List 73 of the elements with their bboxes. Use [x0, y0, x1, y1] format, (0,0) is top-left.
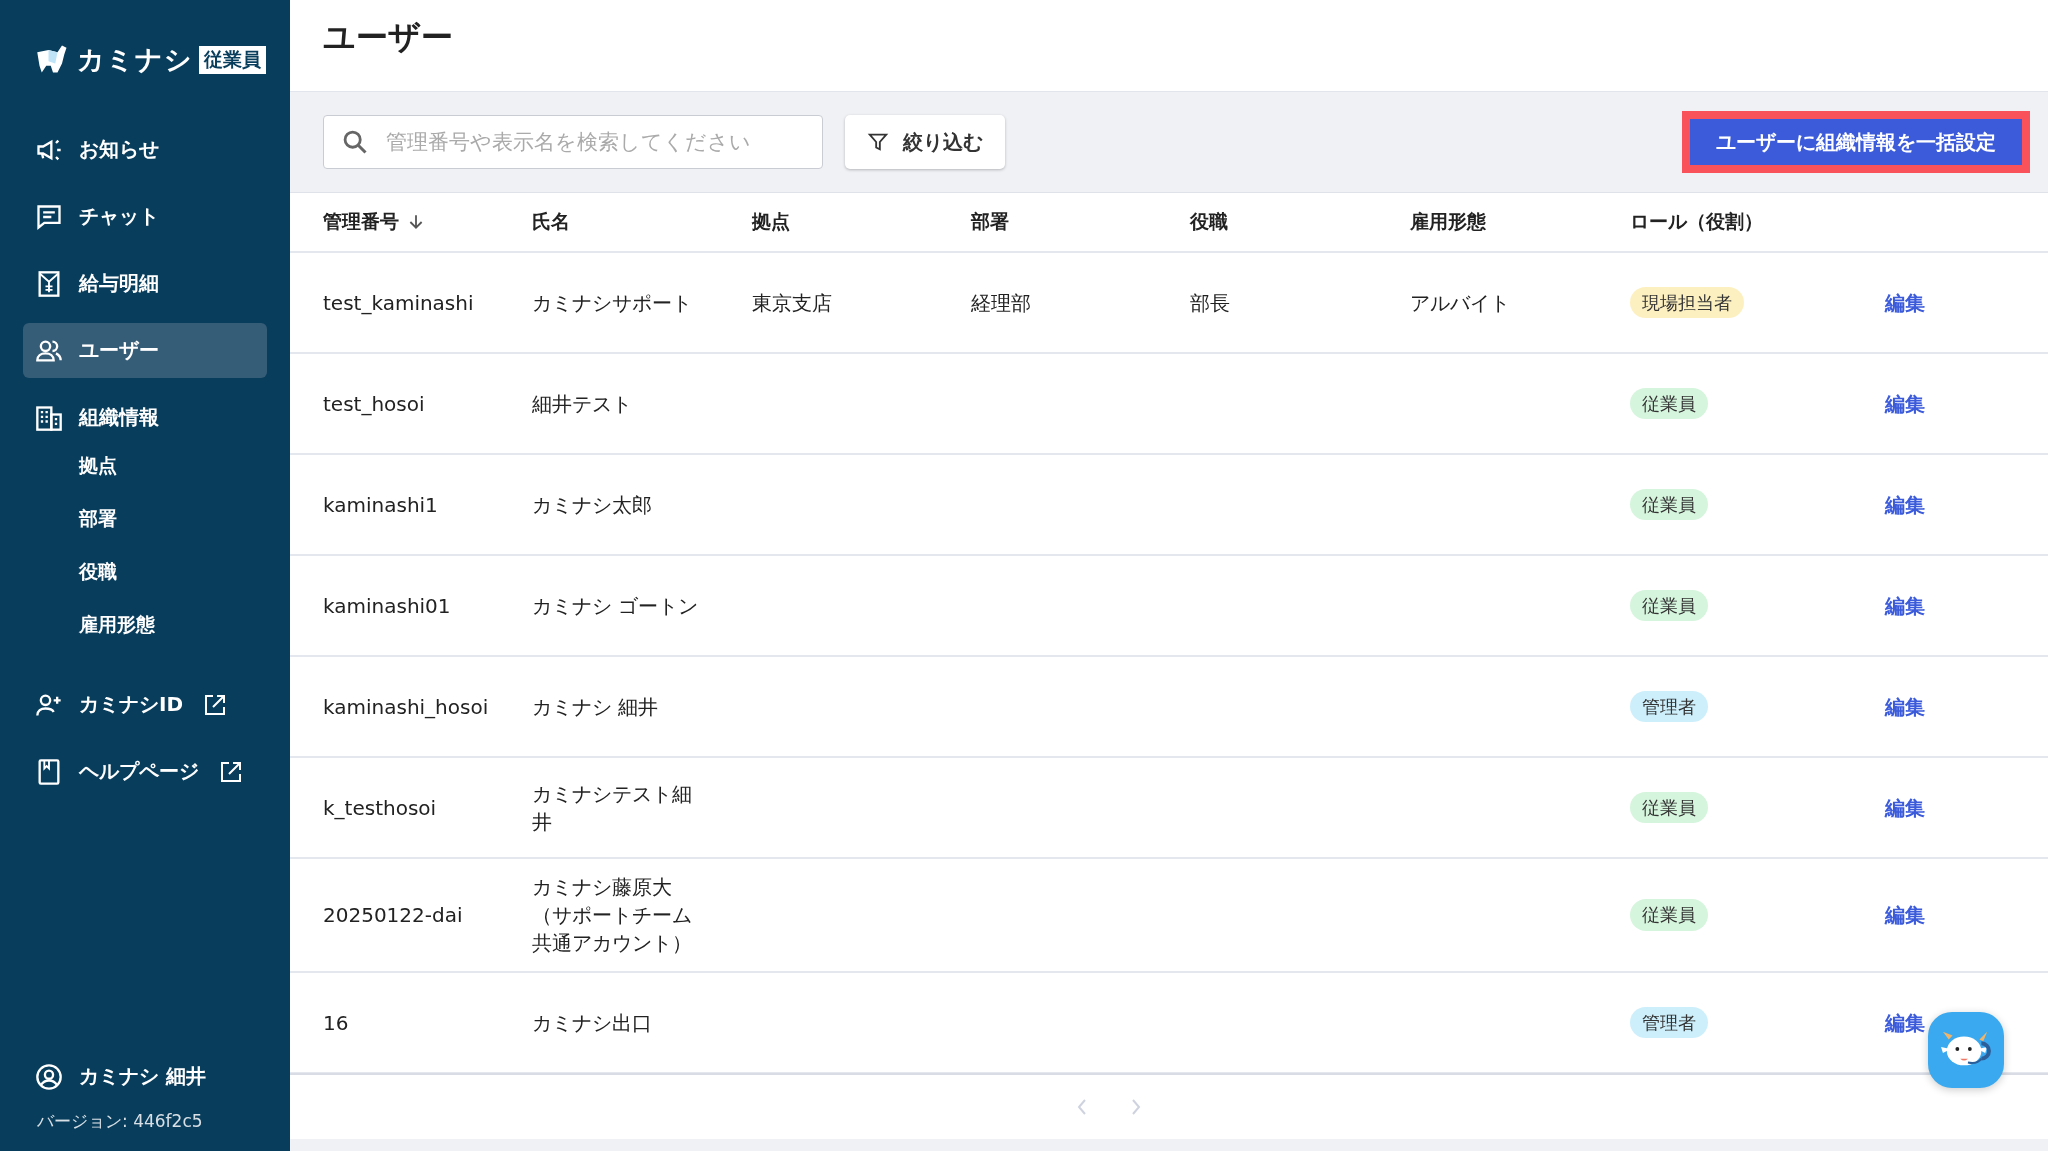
nav-item[interactable]: チャット	[23, 189, 267, 244]
table-cell: test_kaminashi	[323, 290, 474, 315]
version-text: バージョン: 446f2c5	[36, 1110, 204, 1133]
nav-item[interactable]: 組織情報	[23, 390, 267, 445]
edit-link[interactable]: 編集	[1885, 290, 1925, 315]
role-tag: 管理者	[1630, 1006, 1708, 1039]
column-header: 役職	[1190, 209, 1229, 234]
table-cell: カミナシ 細井	[532, 694, 659, 719]
brand-name: カミナシ	[77, 43, 193, 77]
column-header[interactable]: 管理番号	[323, 209, 532, 235]
column-header: ロール（役割）	[1630, 209, 1764, 234]
table-cell: 20250122-dai	[323, 903, 463, 927]
table-cell: アルバイト	[1410, 290, 1510, 315]
edit-link[interactable]: 編集	[1885, 903, 1925, 927]
chat-icon	[35, 202, 63, 231]
nav-subitem[interactable]: 役職	[23, 551, 267, 592]
role-tag: 従業員	[1630, 791, 1708, 824]
nav-link[interactable]: カミナシID	[23, 677, 267, 732]
edit-link[interactable]: 編集	[1885, 492, 1925, 517]
nav-item[interactable]: お知らせ	[23, 122, 267, 177]
table-cell: 部長	[1190, 290, 1230, 315]
table-cell: カミナシ ゴートン	[532, 593, 699, 618]
next-page-icon[interactable]	[1130, 1097, 1142, 1117]
role-tag: 現場担当者	[1630, 286, 1744, 319]
external-link-icon	[203, 692, 228, 717]
table-cell: カミナシサポート	[532, 290, 692, 315]
edit-link[interactable]: 編集	[1885, 694, 1925, 719]
filter-button[interactable]: 絞り込む	[845, 115, 1005, 169]
support-chat-button[interactable]	[1928, 1012, 2004, 1088]
role-tag: 従業員	[1630, 899, 1708, 931]
column-header: 拠点	[752, 209, 791, 234]
role-tag: 従業員	[1630, 589, 1708, 622]
table-cell: 細井テスト	[532, 391, 632, 416]
table-cell: カミナシ太郎	[532, 492, 652, 517]
edit-link[interactable]: 編集	[1885, 1010, 1925, 1035]
edit-link[interactable]: 編集	[1885, 391, 1925, 416]
nav-subitem[interactable]: 拠点	[23, 445, 267, 486]
table-cell: kaminashi_hosoi	[323, 694, 489, 719]
page-title: ユーザー	[323, 16, 453, 58]
previous-page-icon[interactable]	[1076, 1097, 1088, 1117]
edit-link[interactable]: 編集	[1885, 795, 1925, 820]
nav-subitem[interactable]: 雇用形態	[23, 604, 267, 645]
nav-subitem[interactable]: 部署	[23, 498, 267, 539]
role-tag: 従業員	[1630, 488, 1708, 521]
table-cell: 経理部	[971, 290, 1031, 315]
column-header: 氏名	[532, 209, 571, 234]
user-circle-icon	[35, 1062, 63, 1091]
search-field[interactable]: 管理番号や表示名を検索してください	[323, 115, 823, 169]
table-cell: 東京支店	[752, 290, 832, 315]
nav-item[interactable]: ユーザー	[23, 323, 267, 378]
edit-link[interactable]: 編集	[1885, 593, 1925, 618]
filter-icon	[867, 131, 889, 153]
table-cell: kaminashi01	[323, 593, 451, 618]
table-cell: test_hosoi	[323, 391, 425, 416]
table-cell: カミナシテスト細井	[532, 781, 692, 834]
external-link-icon	[219, 759, 243, 784]
table-cell: kaminashi1	[323, 492, 438, 517]
role-tag: 管理者	[1630, 690, 1708, 723]
table-cell: カミナシ藤原大（サポートチーム共通アカウント）	[532, 875, 692, 955]
user-menu[interactable]: カミナシ 細井	[23, 1049, 267, 1104]
table-cell: k_testhosoi	[323, 795, 437, 820]
role-tag: 従業員	[1630, 387, 1708, 420]
column-header: 雇用形態	[1410, 209, 1487, 234]
nav-item[interactable]: 給与明細	[23, 256, 267, 311]
building-icon	[35, 403, 63, 432]
table-cell: カミナシ出口	[532, 1010, 652, 1035]
app-badge: 従業員	[199, 46, 266, 74]
nav-link[interactable]: ヘルプページ	[23, 744, 267, 799]
column-header: 部署	[971, 209, 1010, 234]
book-icon	[35, 757, 63, 786]
sort-down-arrow-icon	[407, 213, 425, 231]
search-icon	[341, 128, 369, 156]
table-cell: 16	[323, 1010, 349, 1035]
